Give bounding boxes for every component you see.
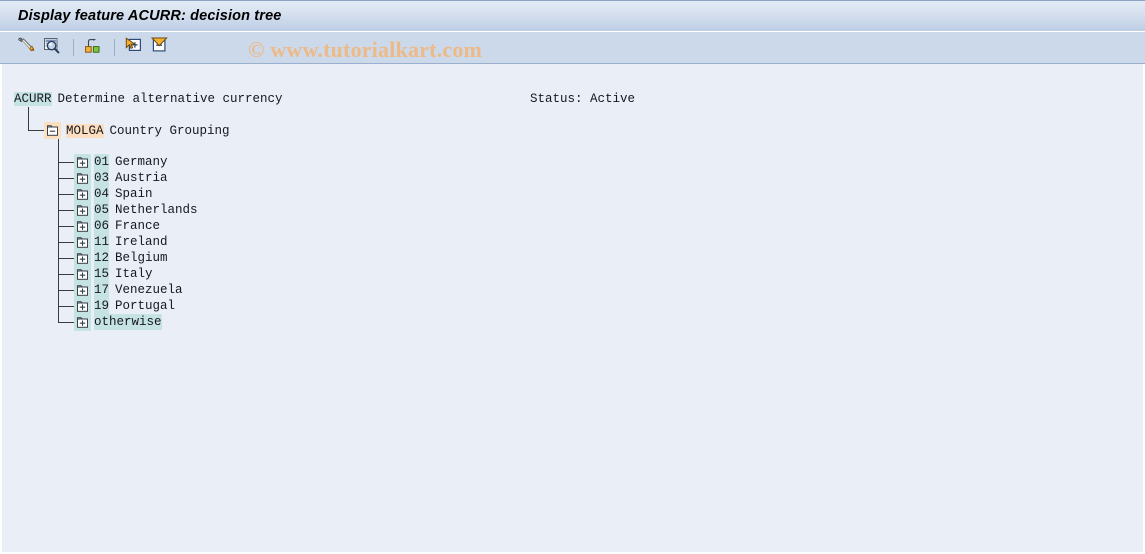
tree-connector-root-elbow	[28, 130, 44, 131]
tree-node-child-label: Venezuela	[115, 283, 183, 297]
tree-node-child-label: France	[115, 219, 161, 233]
tree-node-child-label: Belgium	[115, 251, 168, 265]
tree-connector-elbow	[58, 242, 74, 243]
tree-node-child-code: 19	[94, 298, 110, 314]
expand-all-button[interactable]	[122, 36, 144, 60]
tree-node-child-label: Ireland	[115, 235, 168, 249]
tree-connector-elbow	[58, 258, 74, 259]
tree-node-child-label: Austria	[115, 171, 168, 185]
tree-node-child-code: 06	[94, 218, 110, 234]
tree-node-child[interactable]: 11 Ireland	[2, 233, 198, 251]
expand-node-icon[interactable]	[74, 265, 91, 283]
tree-node-child-label: Spain	[115, 187, 153, 201]
tree-connector-elbow	[58, 274, 74, 275]
tree-node-child-code: 01	[94, 154, 110, 170]
hierarchy-icon	[83, 36, 102, 60]
collapse-all-button[interactable]	[148, 37, 170, 59]
tree-content-area: ACURR Determine alternative currency Sta…	[0, 64, 1145, 554]
display-button[interactable]	[40, 37, 62, 59]
tree-node-child-code: 04	[94, 186, 110, 202]
tree-node-child-code: 11	[94, 234, 110, 250]
tree-connector-elbow	[58, 162, 74, 163]
tree-node-child[interactable]: 05 Netherlands	[2, 201, 198, 219]
collapse-node-icon[interactable]	[44, 122, 61, 139]
expand-node-icon[interactable]	[74, 217, 91, 235]
expand-node-icon[interactable]	[74, 201, 91, 219]
title-bar: Display feature ACURR: decision tree	[0, 0, 1145, 32]
tree-node-child[interactable]: 15 Italy	[2, 265, 198, 283]
tree-node-child[interactable]: 19 Portugal	[2, 297, 198, 315]
tree-node-child-code: 05	[94, 202, 110, 218]
collapse-node-icon	[150, 36, 169, 60]
tree-node-child[interactable]: 03 Austria	[2, 169, 198, 187]
toolbar	[0, 32, 1145, 64]
structure-button[interactable]	[81, 37, 103, 59]
pencil-icon	[16, 36, 35, 60]
tree-node-child[interactable]: 04 Spain	[2, 185, 198, 203]
page-title: Display feature ACURR: decision tree	[18, 8, 282, 24]
tree-node-child-label: Netherlands	[115, 203, 198, 217]
expand-node-icon[interactable]	[74, 249, 91, 267]
tree-connector-elbow	[58, 306, 74, 307]
tree-node-molga-label: Country Grouping	[109, 123, 230, 138]
tree-connector-root	[28, 107, 29, 131]
tree-node-child[interactable]: 17 Venezuela	[2, 281, 198, 299]
tree-node-child[interactable]: otherwise	[2, 313, 198, 331]
tree-node-child-label: Germany	[115, 155, 168, 169]
expand-node-icon[interactable]	[74, 281, 91, 299]
tree-connector-elbow	[58, 290, 74, 291]
tree-node-child-label: Portugal	[115, 299, 176, 313]
expand-node-icon[interactable]	[74, 313, 91, 331]
tree-children-list: 01 Germany 03 Austria 04 Spain 05 Netherlands 06…	[2, 153, 198, 331]
tree-node-child-code: 15	[94, 266, 110, 282]
expand-node-icon[interactable]	[74, 153, 91, 171]
expand-node-icon	[124, 36, 143, 60]
tree-connector-elbow	[58, 210, 74, 211]
expand-node-icon[interactable]	[74, 233, 91, 251]
tree-node-molga[interactable]: MOLGA Country Grouping	[44, 122, 230, 139]
toolbar-separator-1	[73, 39, 74, 56]
tree-connector-elbow	[58, 178, 74, 179]
tree-node-child-code: 17	[94, 282, 110, 298]
toolbar-separator-2	[114, 39, 115, 56]
tree-node-child-code: 12	[94, 250, 110, 266]
tree-connector-elbow	[58, 226, 74, 227]
tree-node-molga-id: MOLGA	[66, 123, 104, 138]
tree-node-child-code: otherwise	[94, 314, 162, 330]
tree-connector-elbow	[58, 322, 74, 323]
change-button[interactable]	[14, 37, 36, 59]
tree-node-child[interactable]: 01 Germany	[2, 153, 198, 171]
tree-connector-elbow	[58, 194, 74, 195]
sap-window: Display feature ACURR: decision tree © w…	[0, 0, 1145, 554]
tree-node-child[interactable]: 12 Belgium	[2, 249, 198, 267]
decision-tree: MOLGA Country Grouping 01 Germany 03 Austri…	[2, 64, 1145, 554]
tree-node-child-code: 03	[94, 170, 110, 186]
expand-node-icon[interactable]	[74, 169, 91, 187]
tree-node-child-label: Italy	[115, 267, 153, 281]
expand-node-icon[interactable]	[74, 185, 91, 203]
tree-node-child[interactable]: 06 France	[2, 217, 198, 235]
magnifier-icon	[42, 36, 61, 60]
expand-node-icon[interactable]	[74, 297, 91, 315]
